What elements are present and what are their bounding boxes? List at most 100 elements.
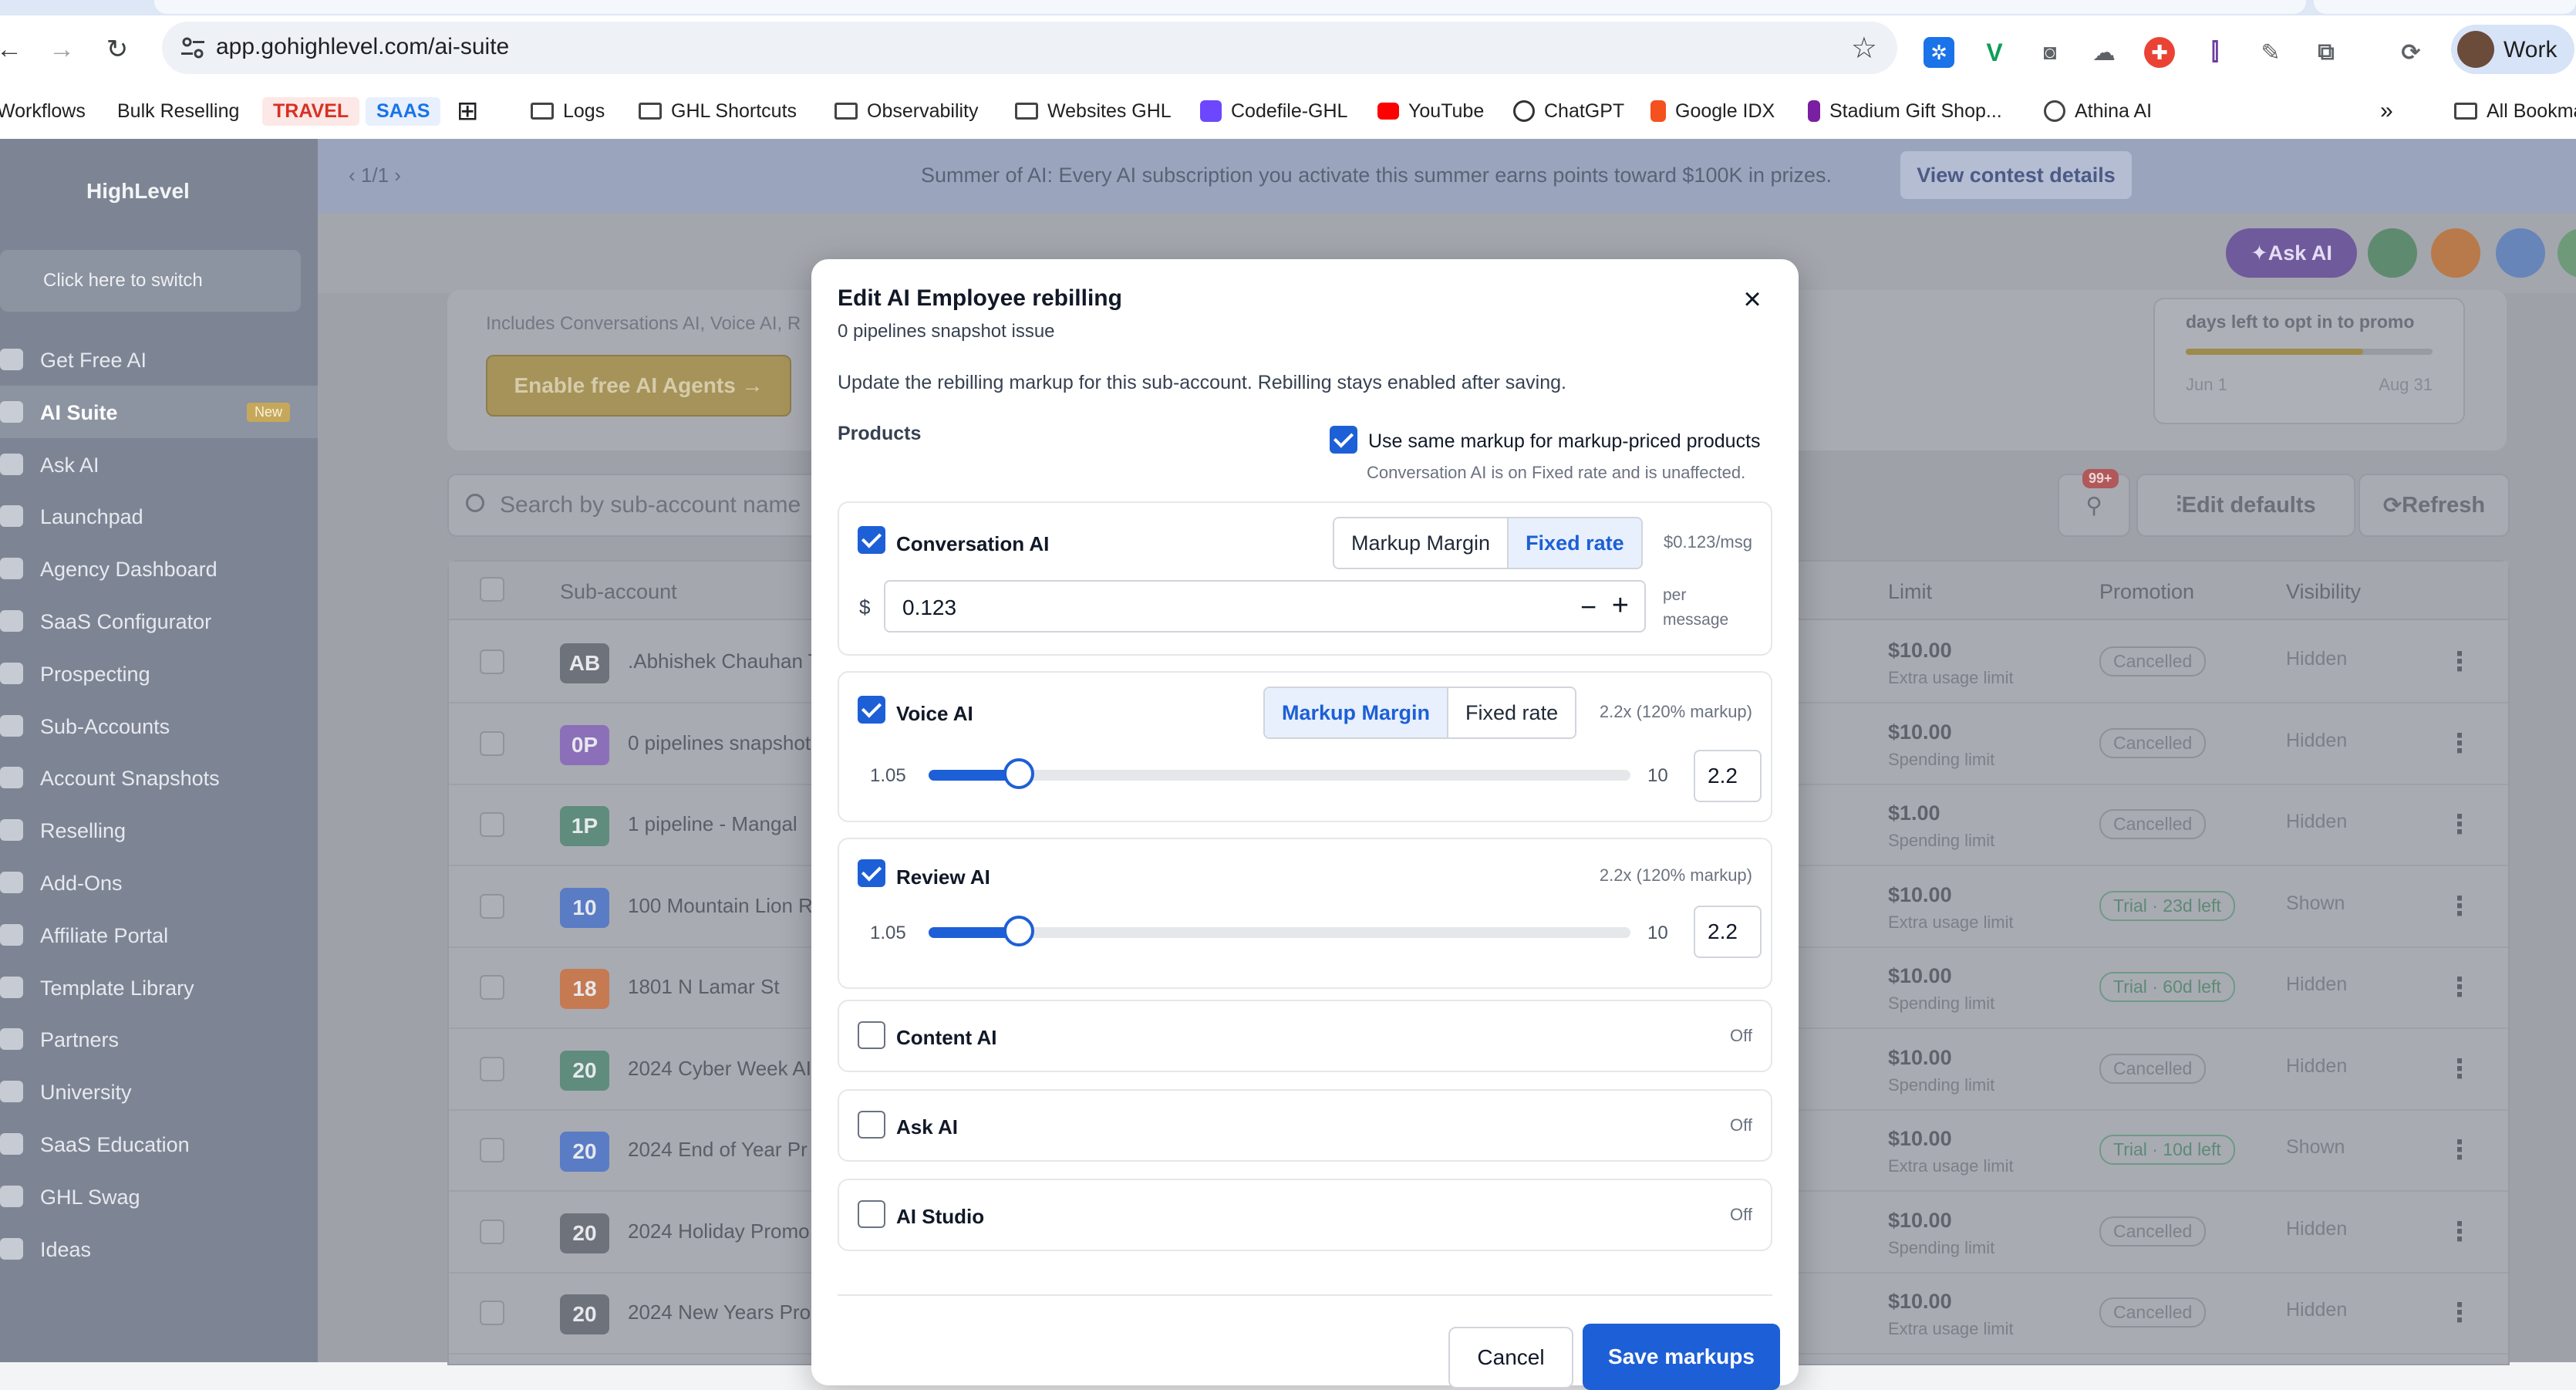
column-promotion[interactable]: Promotion [2099,580,2194,604]
bookmark-logs[interactable]: Logs [531,96,605,127]
voice-ai-checkbox[interactable] [858,696,885,724]
sidebar-item-partners[interactable]: Partners [0,1013,318,1065]
bookmark-stadium-gift-shop[interactable]: Stadium Gift Shop... [1808,96,2002,127]
ask-ai-button[interactable]: ✦ Ask AI [2226,228,2357,278]
help-icon[interactable] [2496,228,2545,278]
announcements-icon[interactable] [2368,228,2417,278]
sidebar-item-saas-education[interactable]: SaaS Education [0,1118,318,1170]
subaccount-name[interactable]: .Abhishek Chauhan T [628,649,836,673]
bookmark-observability[interactable]: Observability [835,96,979,127]
bookmark-codefile-ghl[interactable]: Codefile-GHL [1200,96,1347,127]
column-visibility[interactable]: Visibility [2286,580,2361,604]
subaccount-name[interactable]: 100 Mountain Lion R [628,894,836,918]
sidebar-item-ai-suite[interactable]: AI Suite New [0,385,318,438]
bookmark-youtube[interactable]: YouTube [1377,96,1484,127]
slider-handle[interactable] [1003,758,1034,789]
bookmark-workflows[interactable]: Workflows [0,96,86,127]
url-text[interactable]: app.gohighlevel.com/ai-suite [216,34,509,60]
vue-devtools-icon[interactable]: V [1979,37,2010,68]
sidebar-item-launchpad[interactable]: Launchpad [0,490,318,542]
enable-free-ai-agents-button[interactable]: Enable free AI Agents → [486,355,791,417]
extension-purple-icon[interactable]: ⫿ [2200,37,2230,68]
subaccount-name[interactable]: 2024 Cyber Week AI [628,1057,836,1081]
row-menu-icon[interactable]: ⋮ [2446,972,2473,1003]
row-checkbox[interactable] [480,649,504,674]
extension-red-icon[interactable]: ✚ [2144,37,2175,68]
subaccount-name[interactable]: 1801 N Lamar St [628,975,836,999]
subaccount-name[interactable]: 0 pipelines snapshot [628,731,836,755]
select-all-checkbox[interactable] [480,577,504,602]
markup-margin-option[interactable]: Markup Margin [1265,688,1448,737]
sidebar-item-prospecting[interactable]: Prospecting [0,647,318,700]
fixed-rate-option[interactable]: Fixed rate [1507,518,1641,568]
bookmark-athina-ai[interactable]: Athina AI [2044,96,2152,127]
bookmark-all-bookmarks[interactable]: All Bookmarks [2454,96,2576,127]
bookmarks-overflow-icon[interactable]: » [2380,96,2393,127]
sidebar-item-account-snapshots[interactable]: Account Snapshots [0,751,318,804]
row-menu-icon[interactable]: ⋮ [2446,1297,2473,1328]
sidebar-item-university[interactable]: University [0,1065,318,1118]
bookmark-ghl-shortcuts[interactable]: GHL Shortcuts [639,96,797,127]
bookmark-star-icon[interactable]: ☆ [1851,31,1877,66]
browser-tab[interactable] [2314,0,2576,14]
subaccount-name[interactable]: 1 pipeline - Mangal [628,812,836,836]
cancel-button[interactable]: Cancel [1448,1327,1573,1388]
search-input[interactable]: Search by sub-account name [447,474,836,537]
sidebar-item-add-ons[interactable]: Add-Ons [0,856,318,909]
row-checkbox[interactable] [480,812,504,837]
row-menu-icon[interactable]: ⋮ [2446,1135,2473,1166]
highlevel-logo[interactable]: HighLevel [86,179,190,204]
fixed-rate-option[interactable]: Fixed rate [1447,688,1576,737]
view-contest-button[interactable]: View contest details [1900,151,2132,199]
row-menu-icon[interactable]: ⋮ [2446,891,2473,922]
profile-button[interactable]: Work [2451,25,2574,74]
user-avatar[interactable] [2557,228,2576,278]
cloud-icon[interactable]: ☁ [2089,37,2119,68]
back-icon[interactable]: ← [0,34,25,65]
conversation-ai-rate-input[interactable]: 0.123 − + [884,580,1646,633]
account-switcher[interactable]: Click here to switch [0,250,301,312]
row-checkbox[interactable] [480,730,504,756]
save-markups-button[interactable]: Save markups [1583,1324,1780,1390]
bookmark-google-idx[interactable]: Google IDX [1650,96,1775,127]
close-icon[interactable]: × [1737,284,1768,315]
subaccount-name[interactable]: 2024 End of Year Pr [628,1138,836,1162]
browser-tab[interactable] [154,0,2306,14]
edit-defaults-button[interactable]: ⫶ Edit defaults [2136,474,2355,537]
sidebar-item-template-library[interactable]: Template Library [0,961,318,1014]
subaccount-name[interactable]: 2024 Holiday Promo [628,1220,836,1243]
extension-icon[interactable]: ✲ [1924,37,1954,68]
bookmark-saas[interactable]: SAAS [366,96,441,127]
review-ai-checkbox[interactable] [858,859,885,887]
row-checkbox[interactable] [480,975,504,1000]
same-markup-checkbox[interactable] [1330,426,1357,454]
bookmark-travel[interactable]: TRAVEL [262,96,360,127]
row-menu-icon[interactable]: ⋮ [2446,728,2473,759]
voice-ai-markup-input[interactable]: 2.2 [1694,750,1762,802]
row-checkbox[interactable] [480,893,504,919]
sidebar-item-ask-ai[interactable]: Ask AI [0,438,318,491]
column-subaccount[interactable]: Sub-account [560,580,677,604]
row-menu-icon[interactable]: ⋮ [2446,1216,2473,1247]
sidebar-item-ghl-swag[interactable]: GHL Swag [0,1170,318,1223]
forward-icon[interactable]: → [46,34,77,65]
address-bar[interactable]: app.gohighlevel.com/ai-suite ☆ [162,22,1897,74]
pen-icon[interactable]: ✎ [2255,37,2286,68]
sidebar-item-get-free-ai[interactable]: Get Free AI [0,333,318,386]
notifications-bell-icon[interactable] [2431,228,2480,278]
row-menu-icon[interactable]: ⋮ [2446,646,2473,677]
decrement-icon[interactable]: − [1580,591,1597,623]
apps-grid-icon[interactable]: ⊞ [457,96,479,127]
reload-icon[interactable]: ↻ [102,34,133,65]
camera-icon[interactable]: ◙ [2035,37,2065,68]
voice-ai-markup-slider[interactable] [929,758,1630,789]
markup-margin-option[interactable]: Markup Margin [1334,518,1508,568]
row-checkbox[interactable] [480,1056,504,1081]
ai-studio-checkbox[interactable] [858,1200,885,1228]
extensions-puzzle-icon[interactable]: ⧉ [2311,37,2342,68]
site-settings-icon[interactable] [179,34,207,62]
performance-icon[interactable]: ⟳ [2396,37,2426,68]
sidebar-item-affiliate-portal[interactable]: Affiliate Portal [0,909,318,961]
sidebar-item-agency-dashboard[interactable]: Agency Dashboard [0,542,318,595]
bookmark-websites-ghl[interactable]: Websites GHL [1015,96,1172,127]
